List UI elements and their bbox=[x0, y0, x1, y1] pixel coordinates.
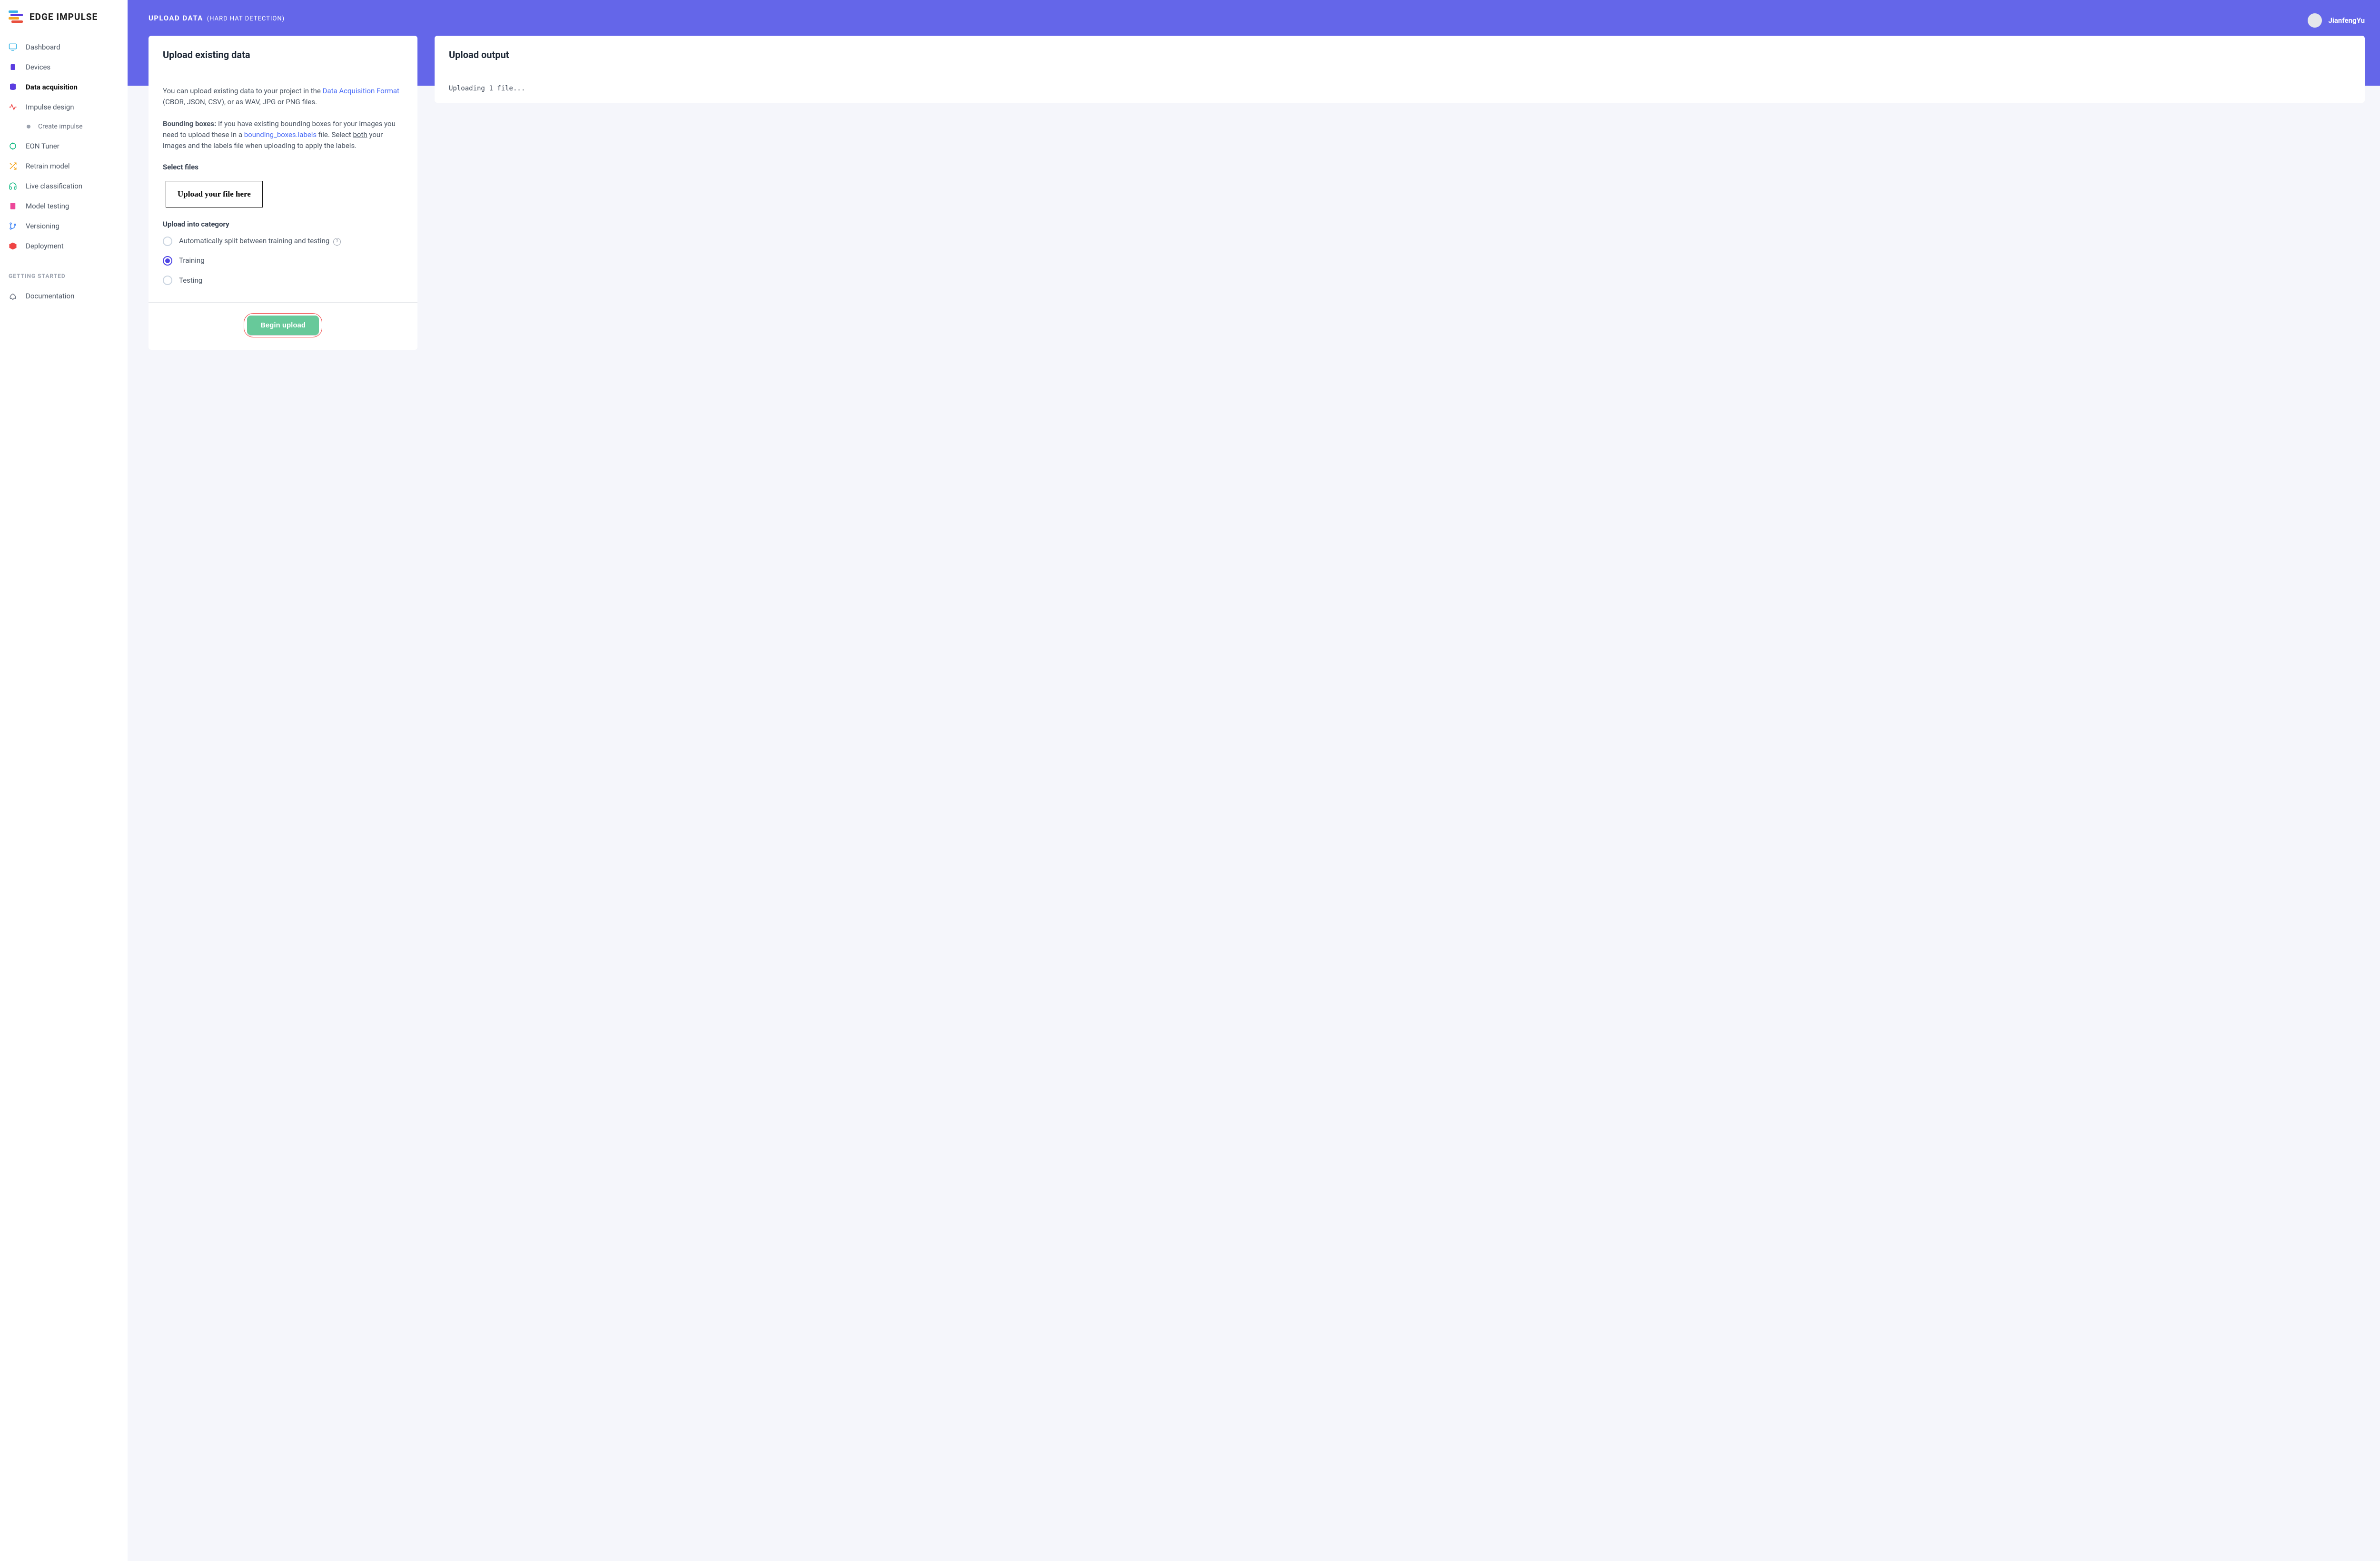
sidebar-item-label: Live classification bbox=[26, 182, 82, 190]
card-body: You can upload existing data to your pro… bbox=[149, 74, 417, 302]
sidebar-item-eon-tuner[interactable]: EON Tuner bbox=[0, 136, 128, 156]
user-menu[interactable]: JianfengYu bbox=[2308, 13, 2365, 28]
category-radio-group: Automatically split between training and… bbox=[163, 236, 403, 286]
radio-label: Automatically split between training and… bbox=[179, 236, 341, 247]
brand-logo-icon bbox=[9, 10, 25, 23]
sidebar-item-label: Documentation bbox=[26, 292, 74, 300]
help-icon[interactable]: ? bbox=[333, 238, 341, 246]
bb-both-underline: both bbox=[353, 130, 367, 139]
file-upload-box[interactable]: Upload your file here bbox=[166, 181, 263, 207]
card-footer: Begin upload bbox=[149, 302, 417, 350]
intro-text-b: (CBOR, JSON, CSV), or as WAV, JPG or PNG… bbox=[163, 98, 317, 106]
begin-upload-button[interactable]: Begin upload bbox=[247, 316, 319, 335]
monitor-icon bbox=[9, 43, 17, 51]
page-title: UPLOAD DATA bbox=[149, 14, 203, 22]
brand-name: EDGE IMPULSE bbox=[30, 11, 98, 22]
box-icon bbox=[9, 242, 17, 250]
begin-upload-highlight: Begin upload bbox=[244, 313, 322, 337]
sidebar-item-label: Devices bbox=[26, 63, 50, 71]
sidebar-item-label: Deployment bbox=[26, 242, 64, 250]
card-header: Upload existing data bbox=[149, 36, 417, 74]
sidebar-item-data-acquisition[interactable]: Data acquisition bbox=[0, 77, 128, 97]
radio-testing[interactable]: Testing bbox=[163, 275, 403, 286]
sidebar-item-devices[interactable]: Devices bbox=[0, 57, 128, 77]
main-content: Upload existing data You can upload exis… bbox=[128, 36, 2380, 365]
upload-category-label: Upload into category bbox=[163, 219, 403, 230]
radio-training[interactable]: Training bbox=[163, 255, 403, 266]
sidebar-item-label: Impulse design bbox=[26, 103, 74, 111]
sidebar-item-create-impulse[interactable]: Create impulse bbox=[0, 117, 128, 136]
bounding-boxes-labels-link[interactable]: bounding_boxes.labels bbox=[244, 130, 317, 139]
rocket-icon bbox=[9, 292, 17, 300]
bounding-boxes-paragraph: Bounding boxes: If you have existing bou… bbox=[163, 119, 403, 152]
sidebar-item-documentation[interactable]: Documentation bbox=[0, 286, 128, 306]
intro-paragraph: You can upload existing data to your pro… bbox=[163, 86, 403, 108]
data-acquisition-format-link[interactable]: Data Acquisition Format bbox=[323, 87, 399, 95]
intro-text-a: You can upload existing data to your pro… bbox=[163, 87, 323, 95]
upload-existing-data-card: Upload existing data You can upload exis… bbox=[149, 36, 417, 350]
sidebar-item-label: Retrain model bbox=[26, 162, 69, 170]
radio-auto-text: Automatically split between training and… bbox=[179, 237, 329, 245]
pulse-icon bbox=[9, 103, 17, 111]
sidebar-item-label: EON Tuner bbox=[26, 142, 60, 150]
clipboard-check-icon bbox=[9, 202, 17, 210]
sidebar-item-label: Versioning bbox=[26, 222, 60, 230]
bounding-boxes-label: Bounding boxes: bbox=[163, 119, 216, 128]
chip-icon bbox=[9, 63, 17, 71]
sidebar-item-dashboard[interactable]: Dashboard bbox=[0, 37, 128, 57]
card-title: Upload output bbox=[449, 49, 2350, 60]
card-title: Upload existing data bbox=[163, 49, 403, 60]
branch-icon bbox=[9, 222, 17, 230]
radio-auto-split[interactable]: Automatically split between training and… bbox=[163, 236, 403, 247]
sidebar-item-label: Create impulse bbox=[38, 123, 83, 130]
page-title-wrap: UPLOAD DATA (HARD HAT DETECTION) bbox=[149, 13, 285, 22]
sidebar-item-retrain-model[interactable]: Retrain model bbox=[0, 156, 128, 176]
username: JianfengYu bbox=[2329, 16, 2365, 25]
sidebar-item-label: Dashboard bbox=[26, 43, 60, 51]
bb-text-b: file. Select bbox=[317, 130, 353, 139]
radio-label: Testing bbox=[179, 275, 202, 286]
database-icon bbox=[9, 83, 17, 91]
sidebar-item-versioning[interactable]: Versioning bbox=[0, 216, 128, 236]
select-files-label: Select files bbox=[163, 162, 403, 173]
upload-output-log: Uploading 1 file... bbox=[435, 74, 2365, 103]
upload-output-card: Upload output Uploading 1 file... bbox=[435, 36, 2365, 103]
card-header: Upload output bbox=[435, 36, 2365, 74]
sidebar-item-live-classification[interactable]: Live classification bbox=[0, 176, 128, 196]
sidebar-item-deployment[interactable]: Deployment bbox=[0, 236, 128, 256]
radio-label: Training bbox=[179, 255, 205, 266]
sidebar: EDGE IMPULSE Dashboard Devices Data acqu… bbox=[0, 0, 128, 1561]
sidebar-item-label: Data acquisition bbox=[26, 83, 78, 91]
headphones-icon bbox=[9, 182, 17, 190]
sidebar-nav: Dashboard Devices Data acquisition Impul… bbox=[0, 37, 128, 256]
sidebar-item-label: Model testing bbox=[26, 202, 69, 210]
avatar bbox=[2308, 13, 2322, 28]
target-icon bbox=[9, 142, 17, 150]
radio-indicator bbox=[163, 276, 172, 285]
brand-logo[interactable]: EDGE IMPULSE bbox=[0, 10, 128, 37]
radio-indicator bbox=[163, 256, 172, 266]
sidebar-item-model-testing[interactable]: Model testing bbox=[0, 196, 128, 216]
shuffle-icon bbox=[9, 162, 17, 170]
page-subtitle: (HARD HAT DETECTION) bbox=[207, 15, 285, 22]
sidebar-section-title: GETTING STARTED bbox=[0, 268, 128, 286]
sidebar-item-impulse-design[interactable]: Impulse design bbox=[0, 97, 128, 117]
radio-indicator bbox=[163, 237, 172, 246]
sidebar-nav-secondary: Documentation bbox=[0, 286, 128, 306]
